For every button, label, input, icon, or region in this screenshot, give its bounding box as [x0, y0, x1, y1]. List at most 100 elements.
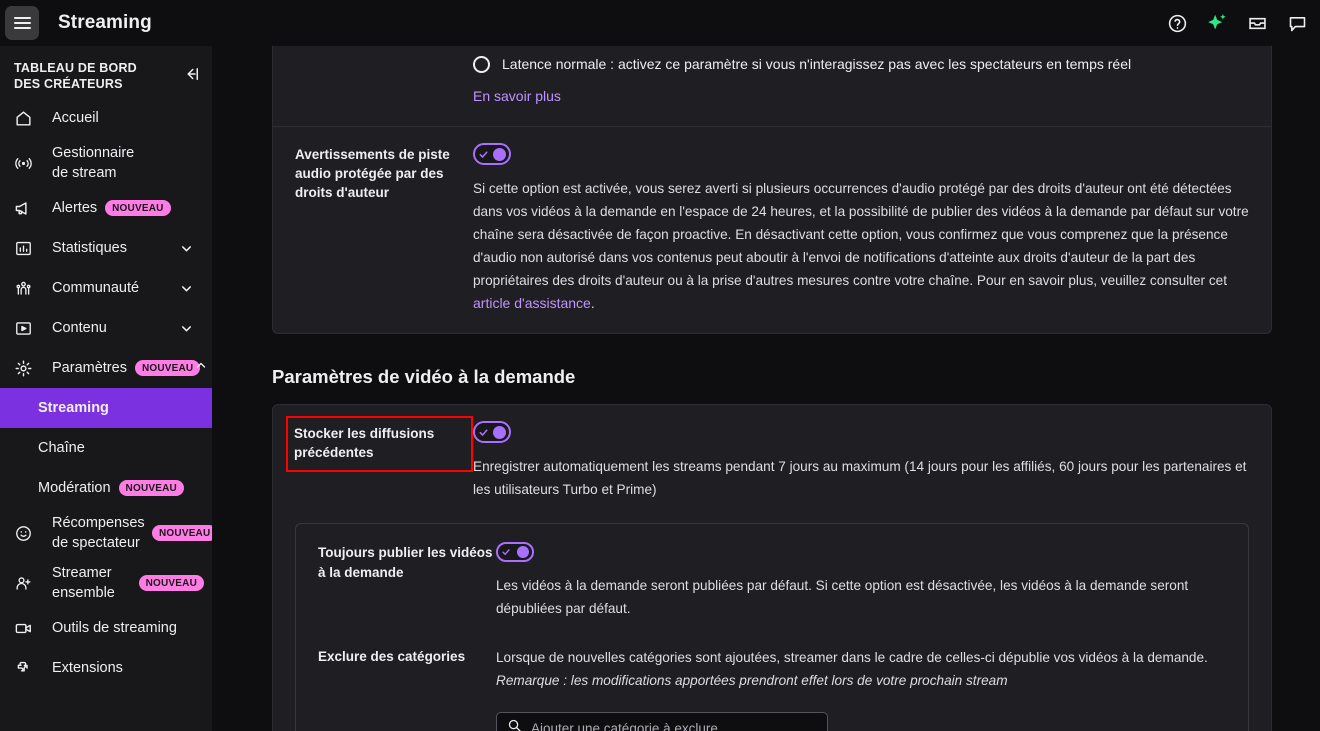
sidebar-item-recompenses-de-spectateur[interactable]: Récompenses de spectateur NOUVEAU — [0, 508, 212, 558]
sidebar: TABLEAU DE BORD DES CRÉATEURS Accueil Ge… — [0, 46, 212, 731]
always-publish-body: Les vidéos à la demande seront publiées … — [496, 542, 1228, 620]
exclude-category-input[interactable] — [531, 720, 801, 731]
latency-row-body: Latence normale : activez ce paramètre s… — [473, 54, 1249, 104]
page-title: Streaming — [58, 12, 152, 33]
video-camera-icon — [14, 619, 36, 638]
main-content: Latence normale : activez ce paramètre s… — [212, 46, 1320, 731]
sidebar-item-parametres[interactable]: Paramètres NOUVEAU — [0, 348, 212, 388]
megaphone-icon — [14, 199, 36, 218]
sparkle-ai-icon[interactable] — [1206, 12, 1228, 34]
content-icon — [14, 319, 36, 338]
exclude-categories-description: Lorsque de nouvelles catégories sont ajo… — [496, 650, 1208, 665]
new-badge: NOUVEAU — [105, 200, 171, 216]
chevron-down-icon[interactable] — [179, 281, 194, 296]
copyright-warnings-label: Avertissements de piste audio protégée p… — [295, 147, 450, 200]
normal-latency-label: Latence normale : activez ce paramètre s… — [502, 56, 1132, 72]
exclude-categories-body: Lorsque de nouvelles catégories sont ajo… — [496, 646, 1228, 731]
sidebar-item-label: Contenu — [52, 320, 107, 336]
community-icon — [14, 279, 36, 298]
sidebar-item-communaute[interactable]: Communauté — [0, 268, 212, 308]
sidebar-item-label: Statistiques — [52, 240, 127, 256]
exclude-categories-label: Exclure des catégories — [318, 649, 466, 664]
latency-row-label — [295, 54, 473, 104]
always-publish-label: Toujours publier les vidéos à la demande — [318, 545, 493, 580]
sidebar-item-label: Outils de streaming — [52, 620, 177, 636]
sidebar-item-label: Gestionnaire de stream — [52, 145, 135, 181]
store-past-broadcasts-body: Enregistrer automatiquement les streams … — [473, 421, 1249, 501]
store-past-broadcasts-row: Stocker les diffusions précédentes Enreg… — [273, 405, 1271, 519]
always-publish-toggle[interactable] — [496, 542, 534, 562]
radio-unselected-icon[interactable] — [473, 55, 490, 73]
inbox-icon[interactable] — [1246, 12, 1268, 34]
normal-latency-option[interactable]: Latence normale : activez ce paramètre s… — [473, 54, 1249, 74]
sidebar-subitem-label: Modération — [38, 480, 111, 496]
sidebar-item-label: Communauté — [52, 280, 140, 296]
chevron-down-icon[interactable] — [179, 241, 194, 256]
vod-section-title: Paramètres de vidéo à la demande — [272, 366, 576, 387]
store-past-broadcasts-description: Enregistrer automatiquement les streams … — [473, 459, 1247, 497]
collapse-left-icon[interactable] — [182, 64, 202, 84]
sidebar-item-alertes[interactable]: Alertes NOUVEAU — [0, 188, 212, 228]
vod-card: Stocker les diffusions précédentes Enreg… — [272, 404, 1272, 731]
smiley-icon — [14, 524, 36, 543]
home-icon — [14, 109, 36, 128]
toggle-knob — [517, 546, 529, 558]
sidebar-item-label: Récompenses de spectateur — [52, 515, 145, 551]
sidebar-item-label: Alertes — [52, 200, 98, 216]
chat-bubble-icon[interactable] — [1286, 12, 1308, 34]
support-article-link[interactable]: article d'assistance — [473, 295, 591, 311]
copyright-description-text-2: . — [590, 296, 595, 311]
sidebar-header: TABLEAU DE BORD DES CRÉATEURS — [0, 46, 212, 98]
sidebar-item-label: Extensions — [52, 660, 123, 676]
bar-chart-icon — [14, 239, 36, 258]
broadcast-icon — [14, 154, 36, 173]
chevron-up-icon[interactable] — [194, 359, 208, 378]
sidebar-item-accueil[interactable]: Accueil — [0, 98, 212, 138]
copyright-warnings-body: Si cette option est activée, vous serez … — [473, 143, 1249, 315]
vod-section: Paramètres de vidéo à la demande Stocker… — [212, 366, 1320, 731]
sidebar-item-label: Accueil — [52, 110, 99, 126]
sidebar-item-label: Streamer ensemble — [52, 565, 115, 601]
store-past-broadcasts-label-wrap: Stocker les diffusions précédentes — [286, 416, 473, 501]
always-publish-row: Toujours publier les vidéos à la demande… — [296, 524, 1248, 638]
learn-more-link[interactable]: En savoir plus — [473, 88, 1249, 104]
sidebar-item-extensions[interactable]: Extensions — [0, 648, 212, 688]
vod-inner-card: Toujours publier les vidéos à la demande… — [295, 523, 1249, 731]
sidebar-item-outils-de-streaming[interactable]: Outils de streaming — [0, 608, 212, 648]
sidebar-item-gestionnaire-de-stream[interactable]: Gestionnaire de stream — [0, 138, 212, 188]
latency-card: Latence normale : activez ce paramètre s… — [272, 46, 1272, 334]
hamburger-icon[interactable] — [5, 6, 39, 40]
new-badge: NOUVEAU — [118, 480, 184, 496]
topbar-actions — [1166, 12, 1320, 34]
copyright-warnings-toggle[interactable] — [473, 143, 511, 165]
sidebar-item-moderation[interactable]: Modération NOUVEAU — [0, 468, 212, 508]
new-badge: NOUVEAU — [152, 525, 212, 541]
user-plus-icon — [14, 574, 36, 593]
exclude-category-search[interactable] — [496, 712, 828, 731]
help-icon[interactable] — [1166, 12, 1188, 34]
latency-row: Latence normale : activez ce paramètre s… — [273, 46, 1271, 126]
store-past-broadcasts-toggle[interactable] — [473, 421, 511, 443]
sidebar-subitem-label: Streaming — [38, 400, 109, 416]
sidebar-item-label: Paramètres — [52, 360, 127, 376]
toggle-knob — [493, 425, 506, 439]
chevron-down-icon[interactable] — [179, 321, 194, 336]
sidebar-item-streaming[interactable]: Streaming — [0, 388, 212, 428]
copyright-warnings-row: Avertissements de piste audio protégée p… — [273, 126, 1271, 333]
copyright-warnings-description: Si cette option est activée, vous serez … — [473, 177, 1249, 315]
search-icon — [507, 718, 522, 731]
new-badge: NOUVEAU — [138, 575, 204, 591]
puzzle-icon — [14, 659, 36, 678]
sidebar-item-chaine[interactable]: Chaîne — [0, 428, 212, 468]
exclude-categories-row: Exclure des catégories Lorsque de nouvel… — [296, 638, 1248, 731]
sidebar-item-contenu[interactable]: Contenu — [0, 308, 212, 348]
new-badge: NOUVEAU — [134, 360, 201, 376]
store-past-broadcasts-label: Stocker les diffusions précédentes — [286, 416, 473, 472]
sidebar-item-streamer-ensemble[interactable]: Streamer ensemble NOUVEAU — [0, 558, 212, 608]
sidebar-item-statistiques[interactable]: Statistiques — [0, 228, 212, 268]
gear-icon — [14, 359, 36, 378]
toggle-knob — [493, 147, 506, 161]
exclude-categories-note: Remarque : les modifications apportées p… — [496, 673, 1008, 688]
sidebar-subitem-label: Chaîne — [38, 440, 85, 456]
copyright-description-text-1: Si cette option est activée, vous serez … — [473, 181, 1249, 288]
